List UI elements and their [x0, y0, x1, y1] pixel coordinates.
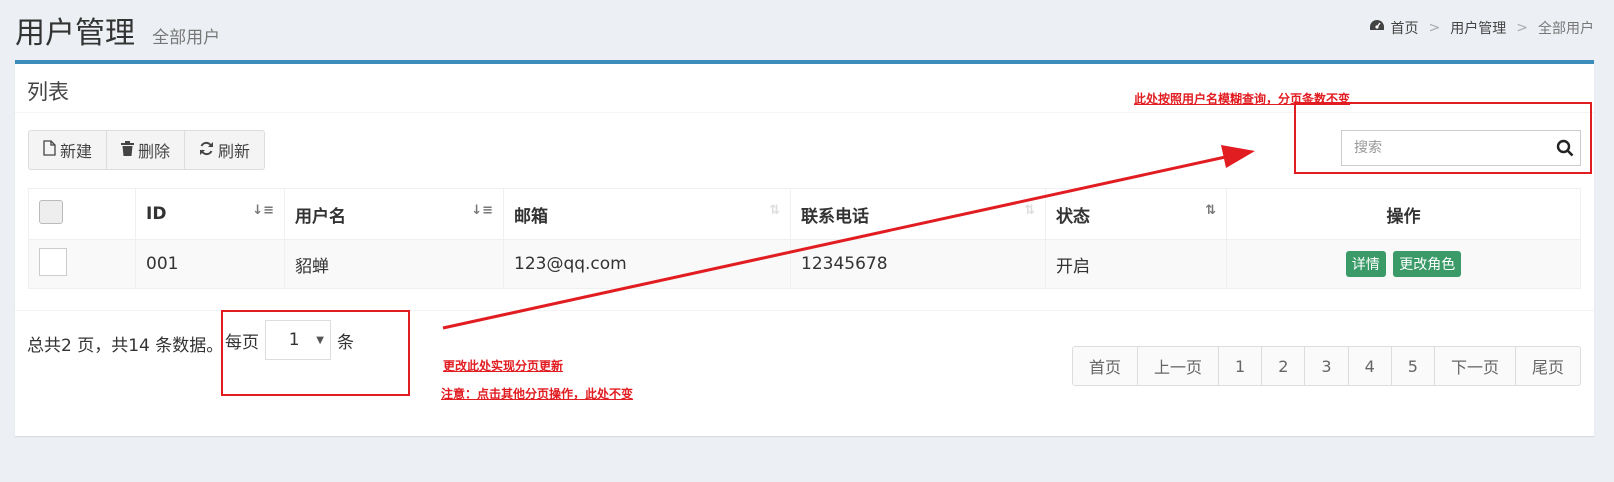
cell-actions: 详情 更改角色 [1226, 239, 1581, 289]
delete-button-label: 删除 [138, 142, 171, 161]
new-button[interactable]: 新建 [28, 130, 108, 170]
sort-icon[interactable]: ⇅ [769, 203, 780, 218]
delete-button[interactable]: 删除 [107, 130, 186, 170]
breadcrumb: 首页 > 用户管理 > 全部用户 [1369, 18, 1594, 38]
page-header: 用户管理 全部用户 [15, 8, 221, 51]
file-icon [43, 140, 56, 160]
page-2[interactable]: 2 [1261, 346, 1306, 386]
column-label: ID [146, 204, 167, 224]
column-header-username[interactable]: 用户名 ↓≡ [284, 188, 504, 240]
sort-descending-icon[interactable]: ↓≡ [471, 203, 493, 218]
row-checkbox[interactable] [39, 247, 67, 276]
column-header-status[interactable]: 状态 ⇅ [1045, 188, 1227, 240]
dashboard-icon [1369, 19, 1385, 37]
column-label: 操作 [1386, 206, 1421, 227]
change-role-button[interactable]: 更改角色 [1393, 251, 1462, 277]
refresh-button[interactable]: 刷新 [185, 130, 266, 170]
sort-icon[interactable]: ⇅ [1205, 203, 1216, 218]
user-table: ID ↓≡ 用户名 ↓≡ 邮箱 ⇅ 联系电话 ⇅ 状态 ⇅ 操作 001 貂蝉 123@q… [28, 188, 1581, 289]
breadcrumb-current: 全部用户 [1538, 21, 1594, 37]
select-all-cell [28, 188, 136, 240]
new-button-label: 新建 [60, 142, 93, 161]
page-5[interactable]: 5 [1390, 346, 1435, 386]
sort-ascending-icon[interactable]: ↓≡ [252, 203, 274, 218]
page-1[interactable]: 1 [1218, 346, 1263, 386]
sort-icon[interactable]: ⇅ [1024, 203, 1035, 218]
pagination: 首页 上一页 1 2 3 4 5 下一页 尾页 [1072, 346, 1581, 386]
row-select-cell [28, 239, 136, 289]
column-header-actions: 操作 [1226, 188, 1581, 240]
page-title: 用户管理 [15, 16, 135, 51]
breadcrumb-separator: > [1428, 20, 1441, 36]
cell-username: 貂蝉 [284, 239, 504, 289]
breadcrumb-home[interactable]: 首页 [1391, 18, 1419, 38]
box-title: 列表 [27, 80, 69, 104]
cell-status: 开启 [1045, 239, 1227, 289]
refresh-button-label: 刷新 [218, 142, 251, 161]
breadcrumb-separator: > [1516, 20, 1528, 36]
page-last[interactable]: 尾页 [1514, 346, 1581, 386]
toolbar: 新建 删除 刷新 [28, 130, 266, 170]
select-all-checkbox[interactable] [39, 199, 63, 224]
column-header-phone[interactable]: 联系电话 ⇅ [790, 188, 1046, 240]
page-next[interactable]: 下一页 [1433, 346, 1516, 386]
column-header-id[interactable]: ID ↓≡ [135, 188, 285, 240]
column-header-email[interactable]: 邮箱 ⇅ [503, 188, 791, 240]
column-label: 联系电话 [801, 206, 869, 227]
breadcrumb-user-management[interactable]: 用户管理 [1450, 18, 1506, 38]
table-row: 001 貂蝉 123@qq.com 12345678 开启 详情 更改角色 [28, 239, 1581, 289]
annotation-search-note: 此处按照用户名模糊查询，分页条数不变 [1134, 92, 1351, 106]
page-4[interactable]: 4 [1347, 346, 1392, 386]
trash-icon [121, 140, 135, 160]
page-first[interactable]: 首页 [1072, 346, 1139, 386]
table-header-row: ID ↓≡ 用户名 ↓≡ 邮箱 ⇅ 联系电话 ⇅ 状态 ⇅ 操作 [28, 188, 1581, 240]
details-button[interactable]: 详情 [1345, 251, 1386, 277]
column-label: 邮箱 [514, 206, 548, 227]
cell-id: 001 [135, 239, 285, 289]
page-prev[interactable]: 上一页 [1137, 346, 1220, 386]
page-subtitle: 全部用户 [152, 28, 221, 48]
page-3[interactable]: 3 [1304, 346, 1349, 386]
cell-phone: 12345678 [790, 239, 1046, 289]
annotation-page-size-highlight [221, 310, 410, 396]
column-label: 状态 [1056, 206, 1090, 227]
total-count-text: 总共2 页，共14 条数据。 [27, 336, 224, 356]
annotation-search-highlight [1294, 102, 1592, 174]
column-label: 用户名 [295, 206, 346, 227]
annotation-page-size-note-2: 注意：点击其他分页操作，此处不变 [441, 387, 634, 401]
cell-email: 123@qq.com [503, 239, 791, 289]
refresh-icon [199, 141, 214, 160]
annotation-page-size-note: 更改此处实现分页更新 [443, 359, 564, 373]
